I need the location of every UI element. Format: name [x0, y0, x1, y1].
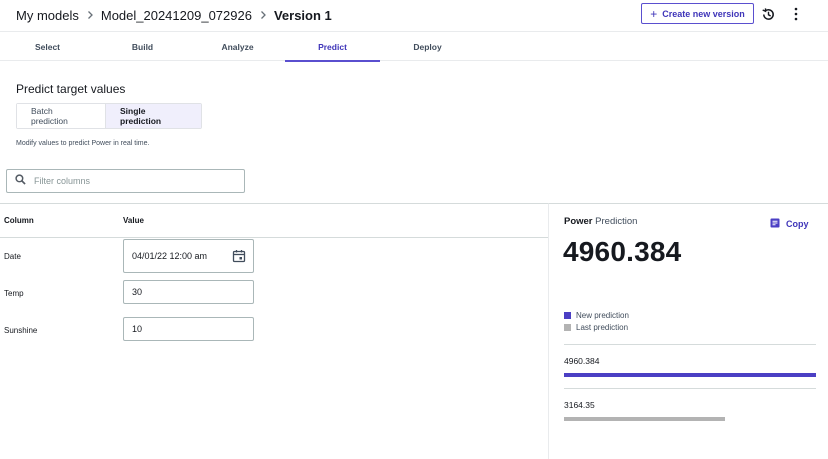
legend-swatch-last: [564, 323, 571, 331]
new-prediction-bar: [564, 373, 816, 377]
column-header: Column: [4, 216, 34, 225]
create-new-version-button[interactable]: + Create new version: [641, 3, 754, 24]
chart-legend: New prediction Last prediction: [564, 309, 629, 333]
feature-values-table: Column Value Date Temp Sunshine: [0, 203, 548, 459]
copy-button[interactable]: Copy: [770, 218, 809, 230]
sunshine-input[interactable]: [132, 324, 232, 334]
row-label-temp: Temp: [4, 289, 24, 298]
plus-icon: +: [650, 6, 658, 21]
prediction-mode-toggle: Batch prediction Single prediction: [16, 103, 202, 129]
search-icon: [15, 172, 26, 190]
legend-label-new: New prediction: [576, 310, 629, 320]
legend-label-last: Last prediction: [576, 322, 629, 332]
target-name: Power: [564, 216, 593, 227]
page-header: My models Model_20241209_072926 Version …: [0, 0, 828, 31]
panel-title: Power Prediction: [564, 216, 637, 227]
filter-columns-input[interactable]: [34, 176, 224, 186]
batch-prediction-button[interactable]: Batch prediction: [17, 104, 106, 128]
divider: [564, 388, 816, 389]
filter-columns-field[interactable]: [6, 169, 245, 193]
sunshine-field[interactable]: [123, 317, 254, 341]
breadcrumb: My models Model_20241209_072926 Version …: [16, 6, 332, 24]
tab-analyze[interactable]: Analyze: [190, 32, 285, 61]
last-prediction-bar: [564, 417, 725, 421]
temp-field[interactable]: [123, 280, 254, 304]
history-icon[interactable]: [759, 5, 777, 23]
new-prediction-value: 4960.384: [564, 356, 600, 366]
row-label-date: Date: [4, 252, 21, 261]
table-header: Column Value: [0, 204, 548, 238]
single-prediction-button[interactable]: Single prediction: [106, 104, 201, 128]
date-field[interactable]: [123, 239, 254, 273]
copy-icon: [770, 218, 780, 230]
prediction-value: 4960.384: [563, 236, 682, 267]
chevron-right-icon: [81, 6, 99, 24]
more-vertical-icon[interactable]: [787, 5, 805, 23]
chevron-right-icon: [254, 6, 272, 24]
legend-swatch-new: [564, 311, 571, 319]
breadcrumb-version: Version 1: [273, 7, 332, 23]
row-label-sunshine: Sunshine: [4, 326, 38, 335]
tab-select[interactable]: Select: [0, 32, 95, 61]
last-prediction-value: 3164.35: [564, 400, 595, 410]
prediction-panel: Power Prediction Copy 4960.384 New predi…: [548, 203, 828, 459]
breadcrumb-my-models[interactable]: My models: [16, 8, 79, 23]
value-header: Value: [123, 216, 144, 225]
breadcrumb-model[interactable]: Model_20241209_072926: [101, 8, 252, 23]
tab-build[interactable]: Build: [95, 32, 190, 61]
helper-text: Modify values to predict Power in real t…: [16, 140, 150, 147]
panel-title-suffix: Prediction: [595, 216, 638, 227]
workflow-tabs: Select Build Analyze Predict Deploy: [0, 31, 828, 62]
create-new-version-label: Create new version: [662, 8, 745, 19]
legend-item-new: New prediction: [564, 309, 629, 321]
calendar-icon[interactable]: [232, 249, 246, 263]
temp-input[interactable]: [132, 287, 232, 297]
section-title: Predict target values: [16, 82, 126, 96]
legend-item-last: Last prediction: [564, 321, 629, 333]
copy-label: Copy: [786, 219, 809, 229]
divider: [564, 344, 816, 345]
tab-deploy[interactable]: Deploy: [380, 32, 475, 61]
tab-predict[interactable]: Predict: [285, 32, 380, 62]
date-input[interactable]: [132, 251, 232, 261]
